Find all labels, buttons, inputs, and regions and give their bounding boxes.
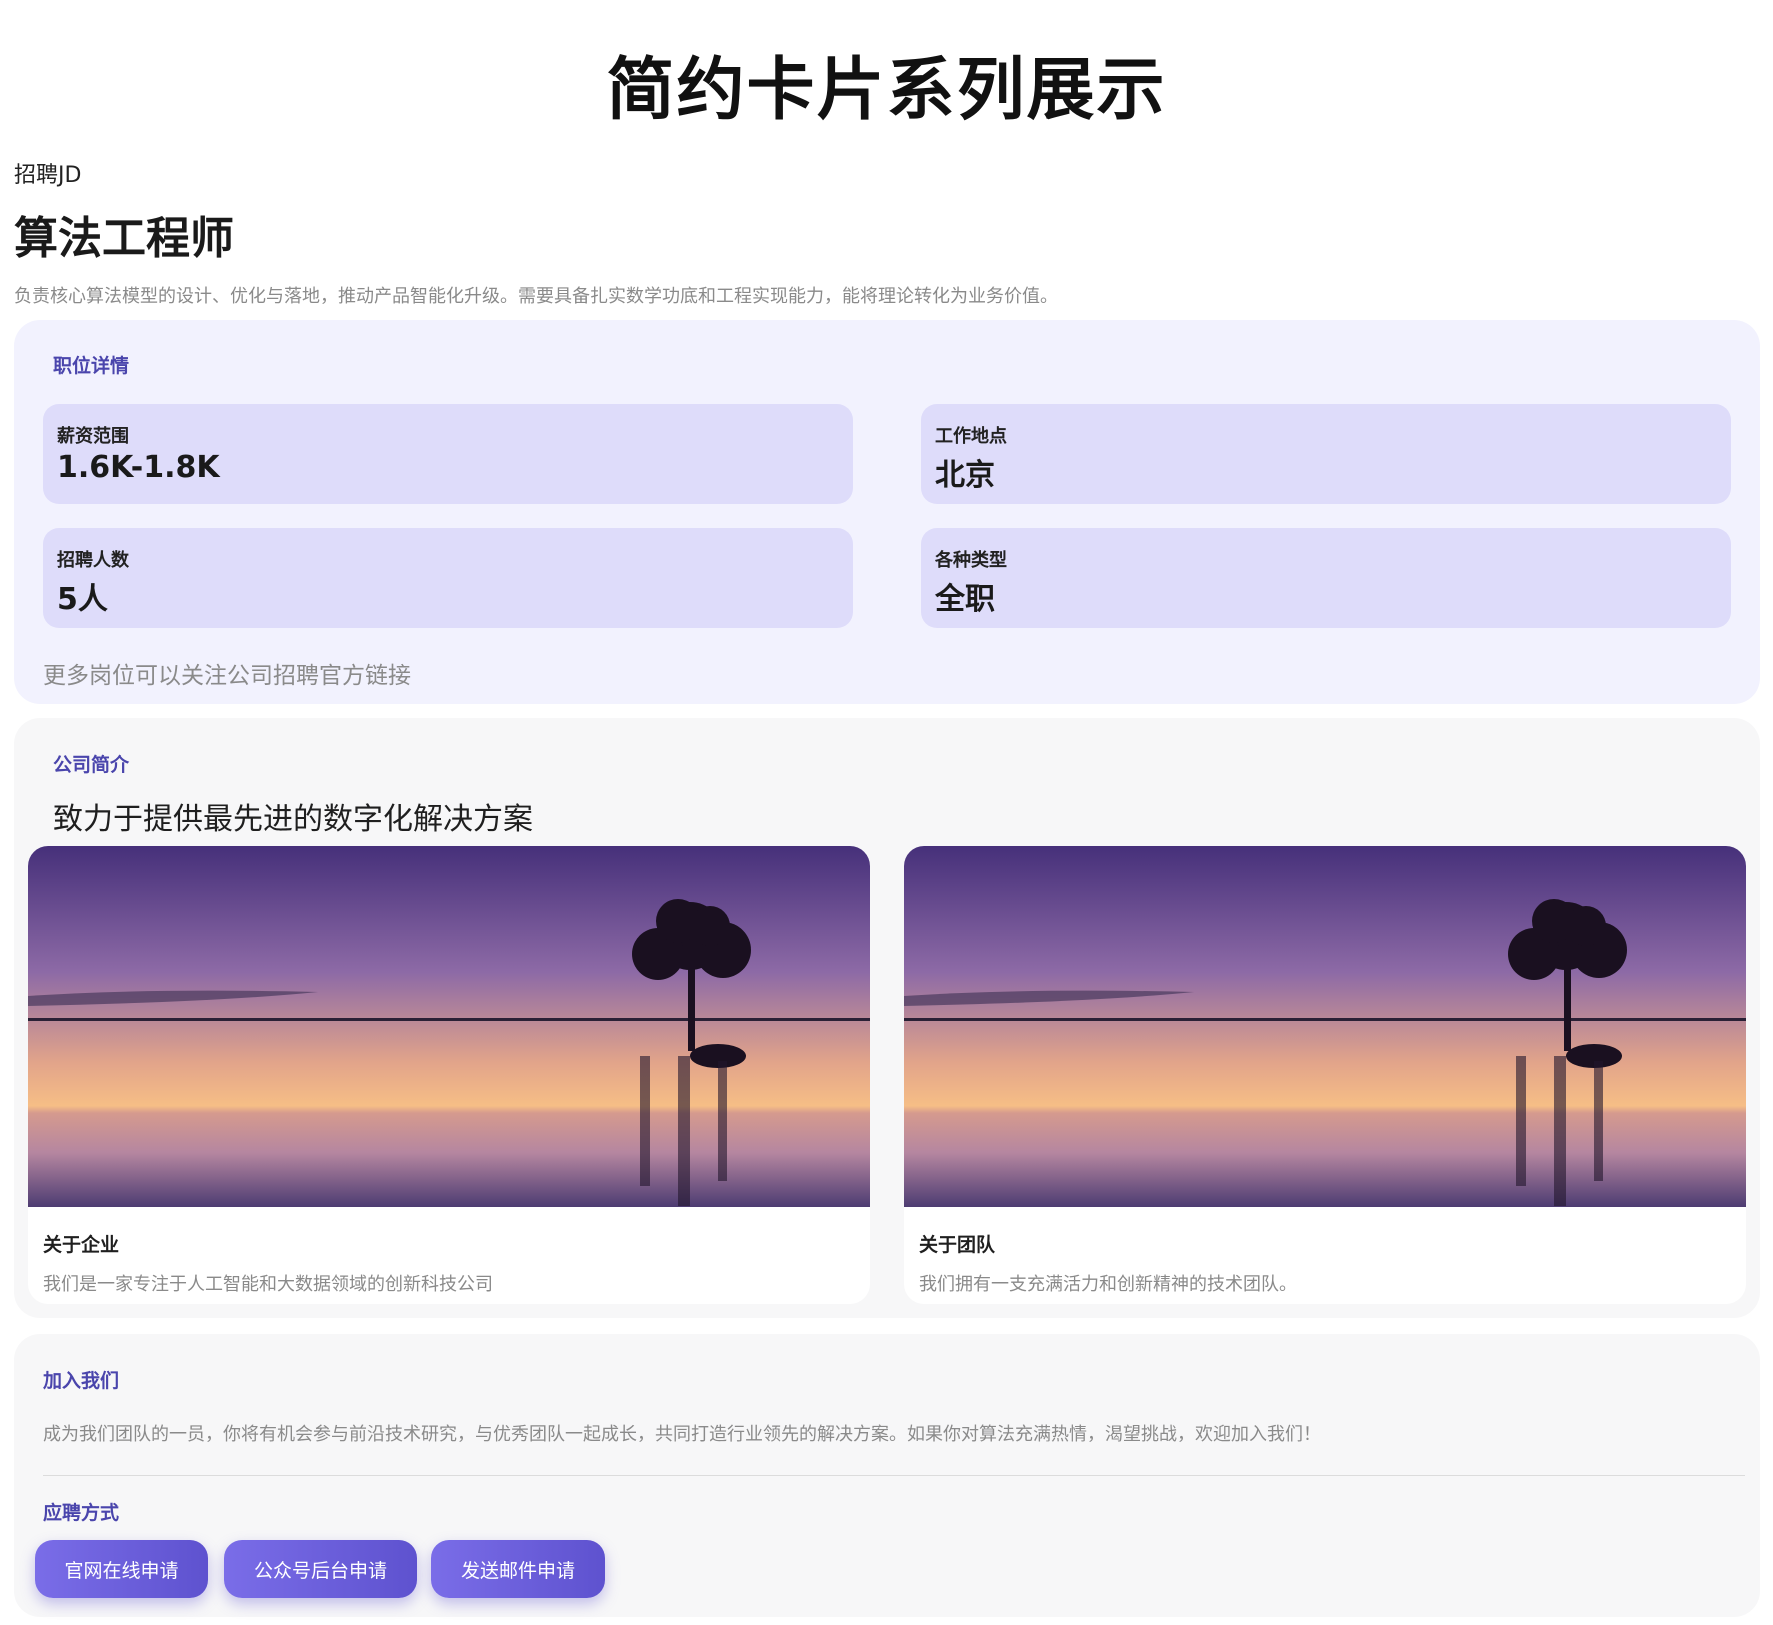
info-card-headcount: 招聘人数 5人 bbox=[43, 528, 853, 628]
join-panel: 加入我们 成为我们团队的一员，你将有机会参与前沿技术研究，与优秀团队一起成长，共… bbox=[14, 1334, 1760, 1617]
info-card-location: 工作地点 北京 bbox=[921, 404, 1731, 504]
job-details-panel: 职位详情 薪资范围 1.6K-1.8K 工作地点 北京 招聘人数 5人 各种类型… bbox=[14, 320, 1760, 704]
apply-website-button[interactable]: 官网在线申请 bbox=[35, 1540, 208, 1598]
info-card-value: 1.6K-1.8K bbox=[57, 450, 220, 485]
card-text: 我们拥有一支充满活力和创新精神的技术团队。 bbox=[919, 1274, 1297, 1295]
job-eyebrow: 招聘JD bbox=[14, 163, 82, 188]
about-team-card: 关于团队 我们拥有一支充满活力和创新精神的技术团队。 bbox=[904, 846, 1746, 1304]
info-card-value: 北京 bbox=[935, 458, 995, 493]
apply-email-button[interactable]: 发送邮件申请 bbox=[431, 1540, 605, 1598]
info-card-value: 5人 bbox=[57, 582, 108, 617]
apply-section-label: 应聘方式 bbox=[43, 1502, 120, 1524]
job-title: 算法工程师 bbox=[14, 213, 234, 264]
divider bbox=[43, 1475, 1745, 1476]
info-card-value: 全职 bbox=[935, 582, 995, 617]
company-section-label: 公司简介 bbox=[53, 754, 130, 776]
page-title: 简约卡片系列展示 bbox=[606, 51, 1167, 130]
info-card-salary: 薪资范围 1.6K-1.8K bbox=[43, 404, 853, 504]
info-card-key: 薪资范围 bbox=[57, 426, 129, 447]
job-description: 负责核心算法模型的设计、优化与落地，推动产品智能化升级。需要具备扎实数学功底和工… bbox=[14, 286, 1058, 307]
company-headline: 致力于提供最先进的数字化解决方案 bbox=[53, 802, 533, 837]
sunset-lake-image bbox=[904, 846, 1746, 1207]
card-title: 关于企业 bbox=[43, 1234, 120, 1256]
card-text: 我们是一家专注于人工智能和大数据领域的创新科技公司 bbox=[43, 1274, 493, 1295]
sunset-lake-image bbox=[28, 846, 870, 1207]
info-card-key: 招聘人数 bbox=[57, 550, 129, 571]
more-jobs-note: 更多岗位可以关注公司招聘官方链接 bbox=[43, 663, 411, 689]
company-panel: 公司简介 致力于提供最先进的数字化解决方案 关于企业 我们是一家专注于人工智能和… bbox=[14, 718, 1760, 1318]
join-description: 成为我们团队的一员，你将有机会参与前沿技术研究，与优秀团队一起成长，共同打造行业… bbox=[43, 1424, 1321, 1445]
about-company-card: 关于企业 我们是一家专注于人工智能和大数据领域的创新科技公司 bbox=[28, 846, 870, 1304]
details-section-label: 职位详情 bbox=[53, 355, 130, 377]
apply-wechat-button[interactable]: 公众号后台申请 bbox=[224, 1540, 417, 1598]
info-card-key: 工作地点 bbox=[935, 426, 1007, 447]
info-card-job-type: 各种类型 全职 bbox=[921, 528, 1731, 628]
card-title: 关于团队 bbox=[919, 1234, 996, 1256]
join-section-label: 加入我们 bbox=[43, 1370, 120, 1392]
info-card-key: 各种类型 bbox=[935, 550, 1007, 571]
